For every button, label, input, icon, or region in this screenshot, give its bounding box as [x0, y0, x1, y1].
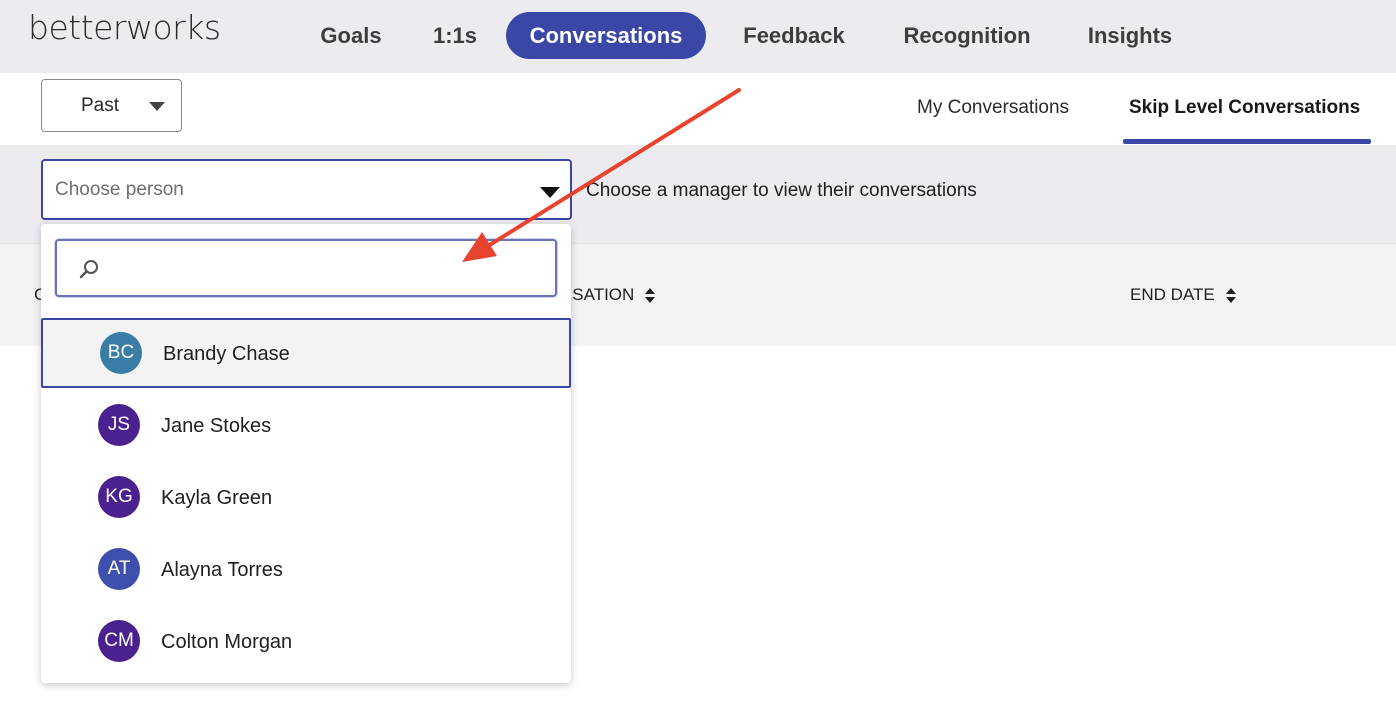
person-dropdown-menu: BC Brandy Chase JS Jane Stokes KG Kayla … — [41, 224, 571, 683]
avatar: JS — [98, 404, 140, 446]
nav-insights[interactable]: Insights — [1076, 12, 1184, 59]
column-header-end-date[interactable]: END DATE — [1130, 285, 1237, 305]
search-icon — [79, 260, 98, 279]
person-name: Jane Stokes — [161, 415, 272, 437]
tab-my-conversations[interactable]: My Conversations — [917, 97, 1069, 119]
betterworks-logo[interactable]: betterworks — [28, 8, 221, 47]
avatar: CM — [98, 620, 140, 662]
person-name: Colton Morgan — [161, 631, 293, 653]
nav-feedback[interactable]: Feedback — [726, 12, 862, 59]
avatar: AT — [98, 548, 140, 590]
person-name: Brandy Chase — [163, 343, 290, 365]
person-search-box[interactable] — [55, 239, 557, 297]
choose-person-select[interactable]: Choose person — [41, 159, 572, 220]
avatar: KG — [98, 476, 140, 518]
tab-skip-level-conversations[interactable]: Skip Level Conversations — [1129, 97, 1360, 119]
person-search-input[interactable] — [109, 251, 539, 285]
nav-goals[interactable]: Goals — [308, 12, 394, 59]
time-filter-value: Past — [81, 95, 120, 116]
person-name: Kayla Green — [161, 487, 273, 509]
active-tab-indicator — [1123, 139, 1371, 144]
sort-icon — [644, 287, 656, 304]
person-option-alayna-torres[interactable]: AT Alayna Torres — [41, 534, 571, 604]
column-header-label: END DATE — [1130, 285, 1215, 304]
nav-recognition[interactable]: Recognition — [890, 12, 1044, 59]
caret-down-icon — [540, 187, 560, 198]
sort-icon — [1225, 287, 1237, 304]
person-option-jane-stokes[interactable]: JS Jane Stokes — [41, 390, 571, 460]
choose-person-placeholder: Choose person — [55, 179, 184, 200]
column-header-label: RSATION — [560, 285, 635, 304]
choose-manager-help-text: Choose a manager to view their conversat… — [586, 180, 977, 201]
caret-down-icon — [149, 102, 165, 111]
avatar: BC — [100, 332, 142, 374]
person-option-colton-morgan[interactable]: CM Colton Morgan — [41, 606, 571, 676]
person-option-brandy-chase[interactable]: BC Brandy Chase — [41, 318, 571, 388]
person-name: Alayna Torres — [161, 559, 283, 581]
nav-conversations[interactable]: Conversations — [506, 12, 706, 59]
sub-header: Past My Conversations Skip Level Convers… — [0, 73, 1396, 144]
time-filter-select[interactable]: Past — [41, 79, 182, 132]
top-nav: betterworks Goals 1:1s Conversations Fee… — [0, 0, 1396, 73]
person-option-kayla-green[interactable]: KG Kayla Green — [41, 462, 571, 532]
column-header-conversation[interactable]: RSATION — [560, 285, 656, 305]
nav-one-on-ones[interactable]: 1:1s — [424, 12, 486, 59]
